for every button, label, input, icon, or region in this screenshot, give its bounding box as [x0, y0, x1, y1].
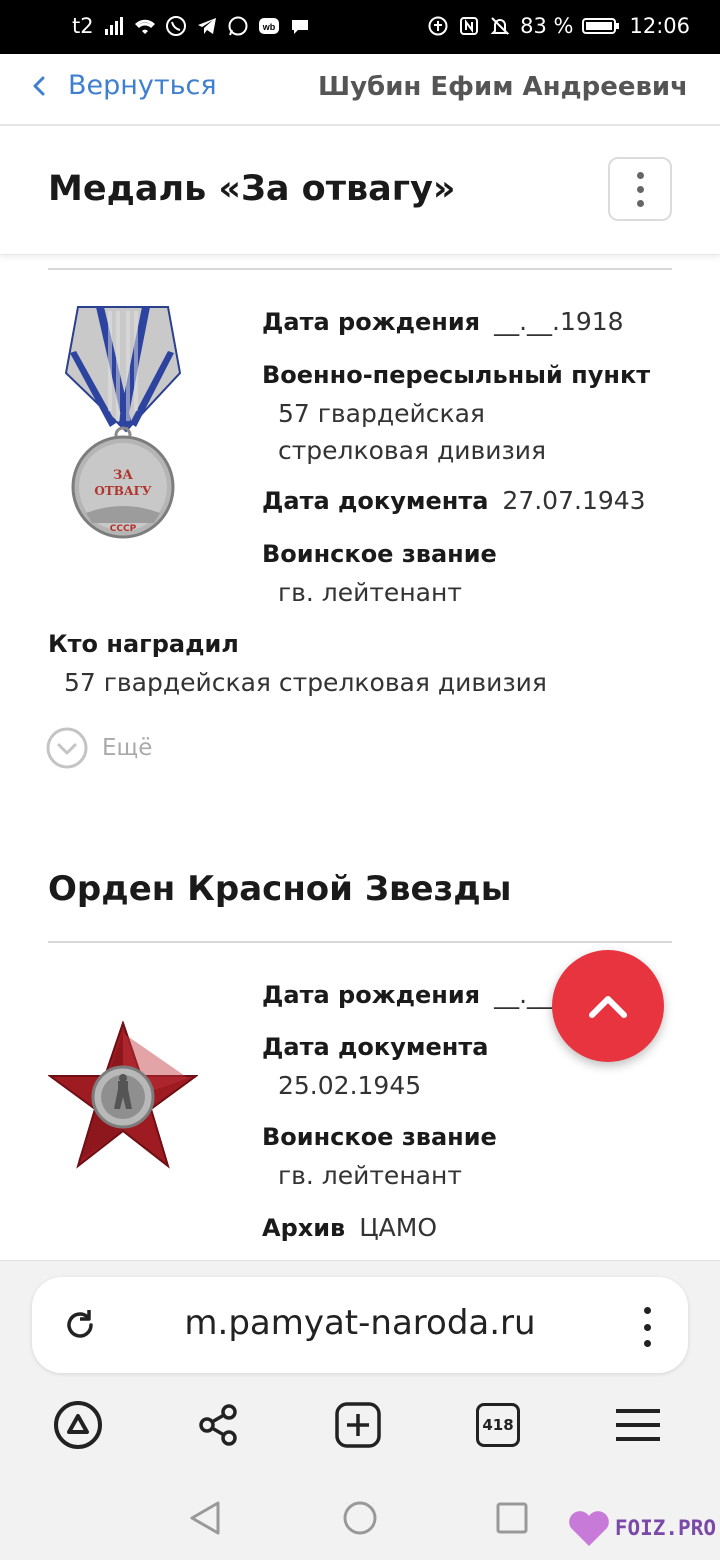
- wildberries-icon: wb: [258, 18, 279, 34]
- heart-logo-icon: [569, 1511, 609, 1546]
- document-date-value: 27.07.1943: [502, 486, 646, 515]
- page-title: Медаль «За отвагу»: [48, 169, 456, 209]
- home-circle-icon[interactable]: [342, 1500, 378, 1536]
- url-text[interactable]: m.pamyat-naroda.ru: [32, 1303, 688, 1343]
- show-more-button[interactable]: Ещё: [46, 727, 152, 769]
- transit-point-value: 57 гвардейская стрелковая дивизия: [278, 399, 547, 465]
- address-bar[interactable]: m.pamyat-naroda.ru: [32, 1277, 688, 1373]
- back-button[interactable]: Вернуться: [28, 70, 217, 101]
- medal-text-bottom: ОТВАГУ: [94, 484, 152, 498]
- share-button[interactable]: [190, 1397, 246, 1453]
- new-tab-button[interactable]: [330, 1397, 386, 1453]
- data-saver-icon: [428, 16, 448, 36]
- back-triangle-icon[interactable]: [188, 1500, 222, 1536]
- more-options-button[interactable]: [608, 157, 672, 221]
- whatsapp-icon: [228, 16, 248, 36]
- award-list[interactable]: ЗА ОТВАГУ СССР Дата рождения __.__.1918 В…: [0, 255, 720, 1260]
- chevron-up-icon: [589, 996, 627, 1018]
- alice-icon: [54, 1401, 102, 1449]
- awarder-field: Кто наградил 57 гвардейская стрелковая д…: [48, 630, 688, 701]
- plus-square-icon: [335, 1402, 381, 1448]
- dot-icon: [643, 1340, 651, 1347]
- rank-field: Воинское звание гв. лейтенант: [262, 1123, 682, 1194]
- rank-label: Воинское звание: [262, 540, 497, 568]
- chevron-down-icon: [46, 727, 88, 769]
- tabs-button[interactable]: 418: [470, 1397, 526, 1453]
- medal-text-top: ЗА: [113, 468, 133, 483]
- divider: [48, 268, 672, 270]
- browser-toolbar: 418: [0, 1397, 720, 1461]
- document-date-label: Дата документа: [262, 487, 489, 515]
- award-title: Орден Красной Звезды: [48, 869, 512, 909]
- document-date-field: Дата документа 27.07.1943: [262, 486, 682, 515]
- svg-text:wb: wb: [261, 22, 275, 32]
- rank-label: Воинское звание: [262, 1123, 497, 1151]
- awarder-value: 57 гвардейская стрелковая дивизия: [64, 668, 547, 697]
- rank-value: гв. лейтенант: [278, 1161, 462, 1190]
- scroll-to-top-button[interactable]: [552, 950, 664, 1062]
- watermark-text: FOIZ.PRO: [614, 1516, 716, 1540]
- browser-menu-button[interactable]: [642, 1307, 652, 1347]
- dot-icon: [636, 171, 644, 179]
- award-title-bar: Медаль «За отвагу»: [0, 127, 720, 255]
- medal-for-courage-image: ЗА ОТВАГУ СССР: [64, 306, 182, 539]
- mute-bell-icon: [490, 17, 510, 35]
- dot-icon: [643, 1307, 651, 1314]
- battery-percent: 83 %: [520, 14, 574, 38]
- show-more-label: Ещё: [102, 735, 153, 761]
- chat-icon: [291, 20, 308, 34]
- document-date-label: Дата документа: [262, 1033, 489, 1061]
- archive-label: Архив: [262, 1214, 346, 1242]
- divider: [48, 941, 672, 943]
- birth-date-label: Дата рождения: [262, 308, 481, 336]
- wifi-icon: [134, 19, 155, 34]
- dot-icon: [636, 199, 644, 207]
- battery-icon: [582, 18, 620, 34]
- transit-point-field: Военно-пересыльный пункт 57 гвардейская …: [262, 361, 682, 469]
- hamburger-menu-button[interactable]: [610, 1397, 666, 1453]
- watermark: FOIZ.PRO: [567, 1508, 716, 1548]
- archive-value: ЦАМО: [359, 1213, 438, 1242]
- dot-icon: [636, 185, 644, 193]
- transit-point-label: Военно-пересыльный пункт: [262, 361, 651, 389]
- rank-value: гв. лейтенант: [278, 578, 462, 607]
- carrier-label: t2: [72, 14, 94, 38]
- recents-square-icon[interactable]: [496, 1502, 528, 1534]
- status-bar: t2 wb 83 % 12:06: [0, 0, 720, 54]
- hamburger-icon: [616, 1409, 660, 1441]
- archive-field: Архив ЦАМО: [262, 1213, 682, 1242]
- dot-icon: [643, 1323, 651, 1331]
- red-star-order-image: [48, 1021, 198, 1169]
- system-nav-bar: FOIZ.PRO: [0, 1460, 720, 1560]
- tab-count: 418: [476, 1403, 520, 1447]
- telegram-icon: [197, 18, 216, 34]
- signal-icon: [104, 17, 123, 35]
- document-date-value: 25.02.1945: [278, 1071, 422, 1100]
- clock: 12:06: [629, 14, 690, 38]
- birth-date-field: Дата рождения __.__.1918: [262, 307, 682, 336]
- person-name: Шубин Ефим Андреевич: [317, 72, 688, 102]
- browser-bar: m.pamyat-naroda.ru 418: [0, 1260, 720, 1460]
- alice-assistant-button[interactable]: [50, 1397, 106, 1453]
- birth-date-value: __.__.1918: [494, 307, 624, 336]
- viber-icon: [165, 16, 186, 36]
- top-nav: Вернуться Шубин Ефим Андреевич: [0, 54, 720, 126]
- birth-date-label: Дата рождения: [262, 981, 481, 1009]
- share-icon: [199, 1404, 237, 1446]
- medal-text-ussr: СССР: [110, 524, 137, 534]
- back-label: Вернуться: [68, 70, 217, 101]
- rank-field: Воинское звание гв. лейтенант: [262, 540, 682, 611]
- chevron-left-icon: [33, 76, 45, 95]
- awarder-label: Кто наградил: [48, 630, 239, 658]
- nfc-icon: [460, 17, 479, 35]
